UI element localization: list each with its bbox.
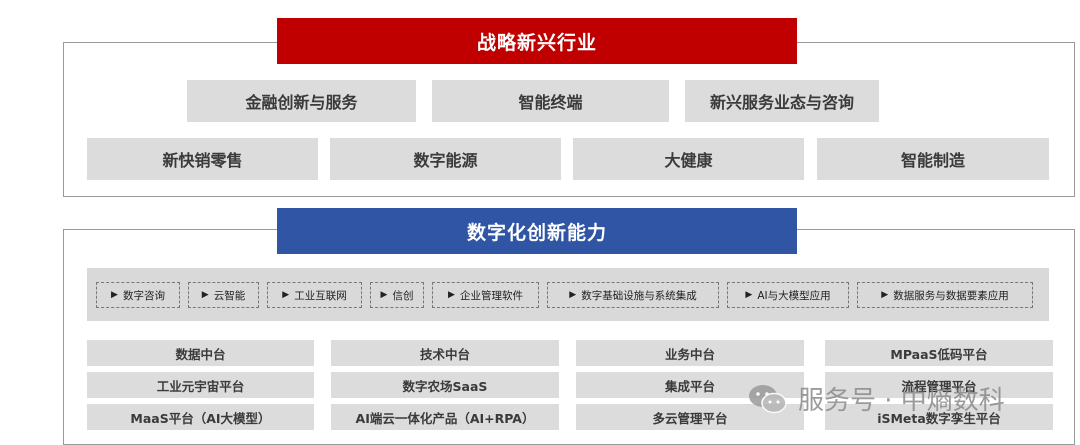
tag-cloud-intelligence: ▶ 云智能 [188,282,259,308]
triangle-icon: ▶ [201,290,209,300]
tag-data-services: ▶ 数据服务与数据要素应用 [857,282,1033,308]
triangle-icon: ▶ [448,290,455,300]
triangle-icon: ▶ [881,290,889,300]
platform-business-middle: 业务中台 [576,340,804,366]
tag-label: 企业管理软件 [459,289,523,302]
watermark-text: 服务号 · 中熵数科 [798,386,1005,416]
industry-box-digital-energy: 数字能源 [330,138,561,180]
tag-label: 数据服务与数据要素应用 [893,289,1009,302]
tag-label: 云智能 [213,289,246,302]
triangle-icon: ▶ [380,290,388,300]
triangle-icon: ▶ [111,290,118,300]
industry-box-smart-manufacturing: 智能制造 [817,138,1049,180]
tag-digital-consulting: ▶ 数字咨询 [96,282,180,308]
digital-innovation-title: 数字化创新能力 [277,208,797,254]
platform-digital-farm: 数字农场SaaS [331,372,559,398]
tag-label: 数字咨询 [122,289,165,302]
capability-tags-strip: ▶ 数字咨询 ▶ 云智能 ▶ 工业互联网 ▶ 信创 ▶ 企业管理软件 ▶ 数字基础设施与系统… [87,268,1049,321]
industry-box-health: 大健康 [573,138,804,180]
platform-mpaas: MPaaS低码平台 [825,340,1053,366]
wechat-icon [748,383,788,415]
tag-industrial-internet: ▶ 工业互联网 [267,282,362,308]
tag-infrastructure-integration: ▶ 数字基础设施与系统集成 [547,282,719,308]
industry-box-smart-terminal: 智能终端 [432,80,669,122]
platform-industrial-metaverse: 工业元宇宙平台 [87,372,314,398]
triangle-icon: ▶ [745,290,753,300]
platform-maas: MaaS平台（AI大模型） [87,404,314,430]
industry-box-finance: 金融创新与服务 [187,80,416,122]
platform-data-middle: 数据中台 [87,340,314,366]
tag-label: 数字基础设施与系统集成 [581,289,697,302]
industry-box-new-services: 新兴服务业态与咨询 [685,80,879,122]
tag-label: 信创 [392,289,414,302]
tag-label: 工业互联网 [294,289,347,302]
strategic-industries-title: 战略新兴行业 [277,18,797,64]
industry-box-retail: 新快销零售 [87,138,318,180]
platform-ai-cloud-product: AI端云一体化产品（AI+RPA） [331,404,559,430]
triangle-icon: ▶ [282,290,290,300]
tag-enterprise-software: ▶ 企业管理软件 [432,282,539,308]
platform-tech-middle: 技术中台 [331,340,559,366]
tag-label: AI与大模型应用 [757,289,831,302]
triangle-icon: ▶ [569,290,577,300]
tag-xinchuang: ▶ 信创 [370,282,424,308]
tag-ai-large-models: ▶ AI与大模型应用 [727,282,849,308]
watermark: 服务号 · 中熵数科 [748,380,1005,417]
